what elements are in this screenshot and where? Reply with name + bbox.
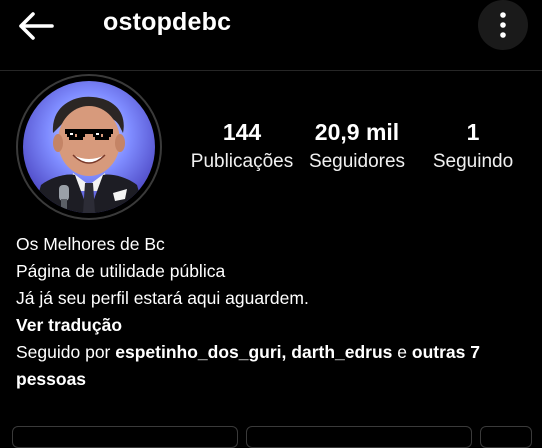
posts-stat[interactable]: 144 Publicações	[177, 118, 307, 176]
mutual-follower-2[interactable]: darth_edrus	[291, 342, 392, 362]
profile-bio: Os Melhores de Bc Página de utilidade pú…	[16, 231, 531, 393]
profile-display-name: Os Melhores de Bc	[16, 234, 165, 254]
followed-by-prefix: Seguido por	[16, 342, 116, 362]
profile-username: ostopdebc	[103, 8, 232, 36]
avatar[interactable]	[16, 74, 162, 220]
mutual-follower-1[interactable]: espetinho_dos_guri	[115, 342, 281, 362]
followers-stat[interactable]: 20,9 mil Seguidores	[292, 118, 422, 176]
arrow-left-icon	[19, 12, 54, 40]
following-stat[interactable]: 1 Seguindo	[408, 118, 538, 176]
follower-separator: ,	[281, 342, 292, 362]
message-button[interactable]	[246, 426, 472, 448]
following-label: Seguindo	[432, 151, 514, 172]
back-button[interactable]	[14, 6, 58, 46]
posts-count: 144	[222, 119, 262, 145]
options-menu-button[interactable]	[478, 0, 528, 50]
posts-label: Publicações	[190, 151, 294, 172]
bio-line-1: Página de utilidade pública	[16, 261, 226, 281]
see-translation-link[interactable]: Ver tradução	[16, 312, 531, 339]
and-text: e	[392, 342, 412, 362]
profile-photo	[23, 81, 155, 213]
following-count: 1	[466, 119, 480, 145]
followers-label: Seguidores	[308, 151, 406, 172]
top-bar: ostopdebc	[0, 0, 542, 71]
followed-by-text[interactable]: Seguido por espetinho_dos_guri, darth_ed…	[16, 339, 531, 393]
follow-button[interactable]	[12, 426, 238, 448]
more-vertical-icon	[500, 12, 506, 38]
followers-count: 20,9 mil	[314, 119, 400, 145]
suggestions-button[interactable]	[480, 426, 532, 448]
bio-line-2: Já já seu perfil estará aqui aguardem.	[16, 288, 309, 308]
